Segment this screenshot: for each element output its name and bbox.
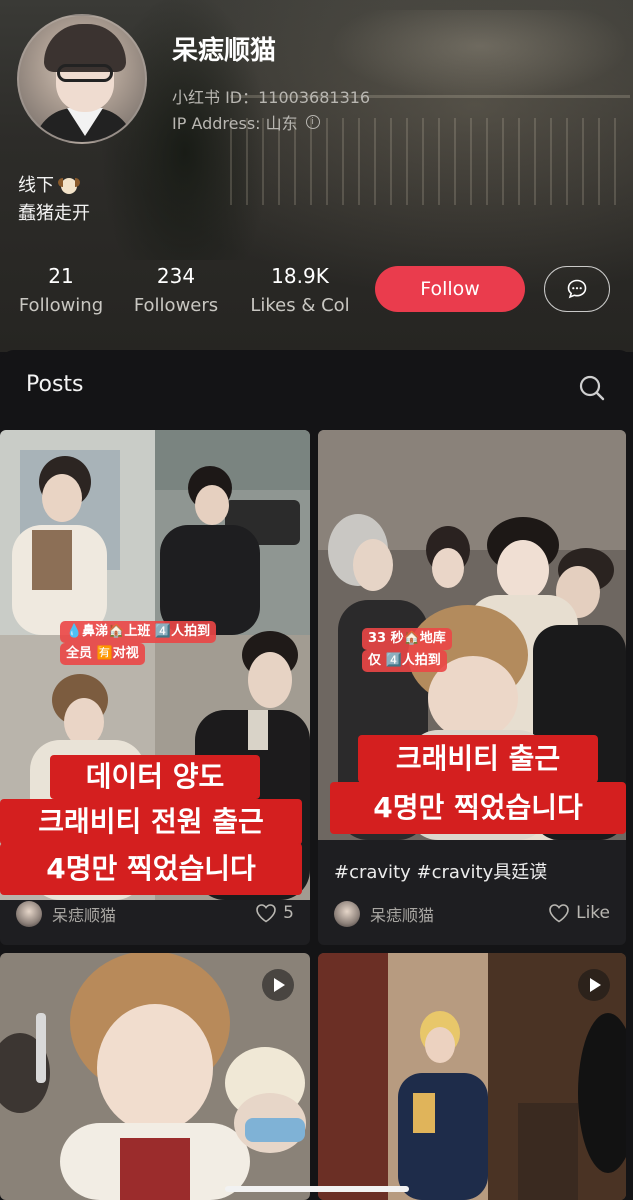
post-cover-image[interactable]: 💧鼻涕🏠上班 4️⃣人拍到 全员 🈶对视 데이터 양도 크래비티 전원 출근 4…	[0, 430, 310, 900]
like-count: Like	[576, 903, 610, 923]
stat-followers[interactable]: 234 Followers	[132, 262, 220, 320]
post-card[interactable]	[0, 953, 310, 1200]
post-caption-big-3: 4명만 찍었습니다	[0, 843, 302, 895]
stat-likes-collections[interactable]: 18.9K Likes & Col	[246, 262, 354, 320]
chat-bubble-icon	[567, 279, 587, 299]
like-button[interactable]: Like	[548, 903, 610, 923]
stat-following[interactable]: 21 Following	[17, 262, 105, 320]
like-button[interactable]: 5	[255, 903, 294, 923]
post-caption-big-2: 크래비티 전원 출근	[0, 799, 302, 845]
stat-following-value: 21	[48, 264, 74, 288]
post-caption-small-1: 33 秒🏠地库	[362, 628, 452, 650]
post-card[interactable]: 33 秒🏠地库 仅 4️⃣人拍到 크래비티 출근 4명만 찍었습니다 #crav…	[318, 430, 626, 945]
dog-face-icon	[58, 176, 80, 196]
post-title: #cravity #cravity具廷谟	[334, 862, 548, 883]
post-cover-image[interactable]	[0, 953, 310, 1200]
post-card[interactable]	[318, 953, 626, 1200]
search-button[interactable]	[576, 372, 608, 404]
post-caption-small-2: 全员 🈶对视	[60, 643, 145, 665]
post-cover-image[interactable]	[318, 953, 626, 1200]
author-name: 呆痣顺猫	[52, 906, 117, 925]
home-indicator[interactable]	[225, 1186, 409, 1192]
post-caption-big-2: 4명만 찍었습니다	[330, 782, 626, 834]
stat-followers-value: 234	[156, 264, 196, 288]
profile-nickname: 呆痣顺猫	[172, 36, 277, 66]
message-button[interactable]	[544, 266, 610, 312]
post-card[interactable]: 💧鼻涕🏠上班 4️⃣人拍到 全员 🈶对视 데이터 양도 크래비티 전원 출근 4…	[0, 430, 310, 945]
like-count: 5	[283, 903, 294, 923]
follow-button[interactable]: Follow	[375, 266, 525, 312]
stat-likes-label: Likes & Col	[250, 295, 350, 316]
bio-line-2: 蠢猪走开	[18, 203, 90, 224]
bio-line-1: 线下	[18, 175, 54, 196]
post-author[interactable]: 呆痣顺猫	[16, 901, 116, 927]
post-caption-small-1: 💧鼻涕🏠上班 4️⃣人拍到	[60, 621, 217, 643]
author-avatar	[334, 901, 360, 927]
ip-address-text: IP Address: 山东	[172, 114, 298, 133]
author-avatar	[16, 901, 42, 927]
play-icon[interactable]	[262, 969, 294, 1001]
post-caption-big-1: 데이터 양도	[50, 755, 260, 799]
post-caption-small-2: 仅 4️⃣人拍到	[362, 650, 447, 672]
background-carousel	[330, 10, 630, 100]
profile-red-id[interactable]: 小红书 ID：11003681316	[172, 84, 370, 108]
stat-followers-label: Followers	[133, 295, 219, 316]
search-icon	[579, 375, 605, 401]
author-name: 呆痣顺猫	[370, 906, 435, 925]
info-icon[interactable]: i	[305, 115, 320, 129]
avatar[interactable]	[17, 14, 147, 144]
post-caption-big-1: 크래비티 출근	[358, 735, 598, 783]
heart-icon	[549, 904, 569, 923]
post-author[interactable]: 呆痣顺猫	[334, 901, 434, 927]
play-icon[interactable]	[578, 969, 610, 1001]
tab-posts[interactable]: Posts	[26, 372, 84, 397]
profile-ip-address: IP Address: 山东 i	[172, 110, 320, 134]
heart-icon	[256, 904, 276, 923]
profile-bio: 线下 蠢猪走开	[18, 172, 90, 228]
profile-header: 呆痣顺猫 小红书 ID：11003681316 IP Address: 山东 i…	[0, 0, 633, 352]
stat-likes-value: 18.9K	[271, 264, 329, 288]
post-cover-image[interactable]: 33 秒🏠地库 仅 4️⃣人拍到 크래비티 출근 4명만 찍었습니다	[318, 430, 626, 840]
stat-following-label: Following	[18, 295, 104, 316]
